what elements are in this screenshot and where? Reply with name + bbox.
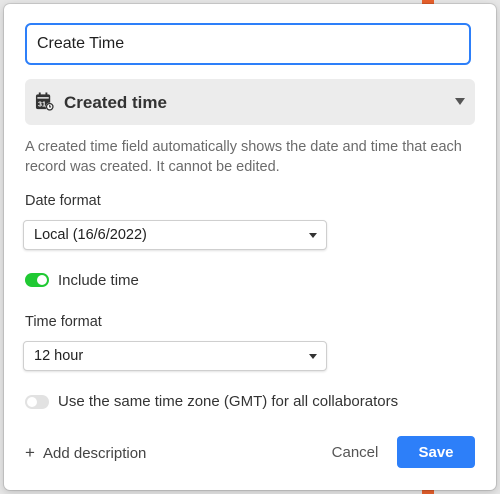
field-type-select[interactable]: 31 Created time [25,79,475,125]
add-description-label: Add description [43,445,147,462]
toggle-knob [27,397,37,407]
same-time-zone-label[interactable]: Use the same time zone (GMT) for all col… [58,393,398,410]
time-format-dropdown[interactable]: 12 hour [23,341,327,371]
svg-text:31: 31 [38,101,46,109]
field-config-dialog: 31 Created time A created time field aut… [4,4,496,490]
field-type-label: Created time [64,93,167,112]
save-button[interactable]: Save [397,436,475,468]
add-description-button[interactable]: + Add description [25,443,146,463]
date-format-value: Local (16/6/2022) [34,227,147,243]
caret-down-icon [455,98,465,105]
caret-down-icon [309,354,317,359]
date-format-dropdown[interactable]: Local (16/6/2022) [23,220,327,250]
field-name-input[interactable] [25,23,471,65]
date-format-label: Date format [25,193,101,209]
time-format-value: 12 hour [34,348,84,364]
include-time-toggle[interactable] [25,273,49,287]
include-time-label[interactable]: Include time [58,272,139,289]
same-time-zone-toggle[interactable] [25,395,49,409]
calendar-clock-icon: 31 [35,92,54,111]
cancel-button[interactable]: Cancel [320,436,390,468]
time-format-label: Time format [25,314,102,330]
plus-icon: + [25,443,35,462]
caret-down-icon [309,233,317,238]
toggle-knob [37,275,47,285]
field-type-description: A created time field automatically shows… [25,139,462,175]
